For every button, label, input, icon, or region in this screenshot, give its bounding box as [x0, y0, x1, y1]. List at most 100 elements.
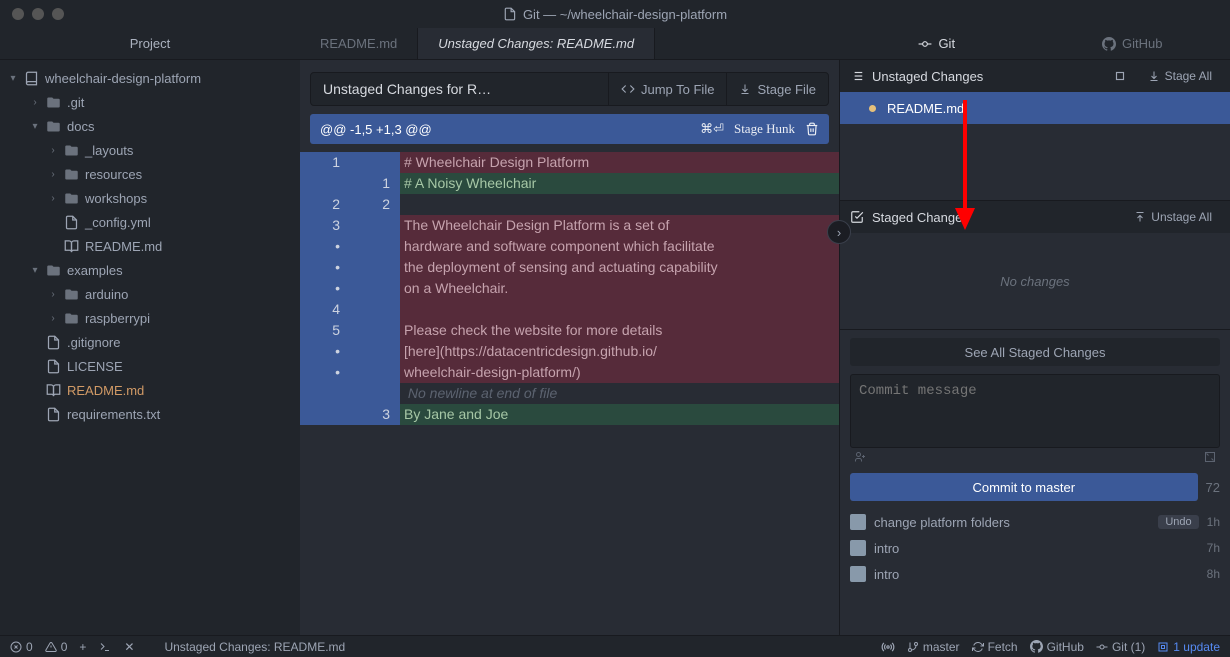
- tree-item[interactable]: README.md: [0, 234, 300, 258]
- diff-line[interactable]: No newline at end of file: [300, 383, 839, 404]
- close-status-button[interactable]: ✕: [124, 640, 134, 654]
- alert-icon: [45, 641, 57, 653]
- diff-line[interactable]: 1# A Noisy Wheelchair: [300, 173, 839, 194]
- package-icon: [1157, 641, 1169, 653]
- diff-editor: Unstaged Changes for R… Jump To File Sta…: [300, 60, 839, 635]
- diff-line[interactable]: •the deployment of sensing and actuating…: [300, 257, 839, 278]
- sync-icon: [972, 641, 984, 653]
- jump-to-file-button[interactable]: Jump To File: [608, 73, 726, 105]
- download-icon: [1148, 70, 1160, 82]
- project-panel-title: Project: [0, 28, 300, 59]
- history-row[interactable]: change platform foldersUndo1h: [840, 509, 1230, 535]
- tree-item-label: README.md: [67, 383, 144, 398]
- tree-item[interactable]: _config.yml: [0, 210, 300, 234]
- github-icon: [1102, 37, 1116, 51]
- github-tab[interactable]: GitHub: [1035, 28, 1230, 59]
- staged-empty: No changes: [840, 233, 1230, 329]
- file-icon: [503, 7, 517, 21]
- tree-item[interactable]: ›workshops: [0, 186, 300, 210]
- expand-panel-button[interactable]: ›: [827, 220, 851, 244]
- tree-item[interactable]: ▾docs: [0, 114, 300, 138]
- commit-message-input[interactable]: [850, 374, 1220, 448]
- coauthor-icon[interactable]: [854, 451, 866, 467]
- stage-all-button[interactable]: Stage All: [1140, 65, 1220, 87]
- hunk-header[interactable]: @@ -1,5 +1,3 @@ ⌘⏎ Stage Hunk: [310, 114, 829, 144]
- close-window-button[interactable]: [12, 8, 24, 20]
- tree-item[interactable]: ›raspberrypi: [0, 306, 300, 330]
- tree-item[interactable]: ›resources: [0, 162, 300, 186]
- tree-item-label: arduino: [85, 287, 128, 302]
- tree-item[interactable]: ›_layouts: [0, 138, 300, 162]
- list-icon: [850, 69, 864, 83]
- diff-line[interactable]: 1# Wheelchair Design Platform: [300, 152, 839, 173]
- tree-item[interactable]: ▾examples: [0, 258, 300, 282]
- minimize-window-button[interactable]: [32, 8, 44, 20]
- tree-item[interactable]: README.md: [0, 378, 300, 402]
- zoom-window-button[interactable]: [52, 8, 64, 20]
- modified-icon: [866, 102, 879, 115]
- code-icon: [621, 82, 635, 96]
- commit-char-count: 72: [1206, 480, 1220, 495]
- unstaged-file[interactable]: README.md: [840, 92, 1230, 124]
- project-root-label: wheelchair-design-platform: [45, 71, 201, 86]
- git-panel: Unstaged Changes Stage All README.md: [839, 60, 1230, 635]
- history-row[interactable]: intro8h: [840, 561, 1230, 587]
- editor-tab[interactable]: Unstaged Changes: README.md: [418, 28, 655, 59]
- tree-item-label: docs: [67, 119, 94, 134]
- diff-line[interactable]: 22: [300, 194, 839, 215]
- download-icon: [739, 83, 751, 95]
- history-row[interactable]: intro7h: [840, 535, 1230, 561]
- unstage-all-label: Unstage All: [1151, 210, 1212, 224]
- tree-item[interactable]: ›arduino: [0, 282, 300, 306]
- status-errors[interactable]: 0: [10, 640, 33, 654]
- git-tab[interactable]: Git: [839, 28, 1035, 59]
- stage-file-button[interactable]: Stage File: [726, 73, 828, 105]
- tree-item[interactable]: requirements.txt: [0, 402, 300, 426]
- diff-line[interactable]: •wheelchair-design-platform/): [300, 362, 839, 383]
- unstage-all-button[interactable]: Unstage All: [1126, 206, 1220, 228]
- stage-file-label: Stage File: [757, 82, 816, 97]
- project-root[interactable]: ▾ wheelchair-design-platform: [0, 66, 300, 90]
- ssh-indicator[interactable]: [881, 640, 895, 654]
- editor-tab[interactable]: README.md: [300, 28, 418, 59]
- unstaged-file-label: README.md: [887, 101, 964, 116]
- checklist-icon: [850, 210, 864, 224]
- diff-line[interactable]: 4: [300, 299, 839, 320]
- trash-icon[interactable]: [805, 121, 819, 137]
- diff-line[interactable]: 3The Wheelchair Design Platform is a set…: [300, 215, 839, 236]
- tree-item-label: README.md: [85, 239, 162, 254]
- tree-item-label: LICENSE: [67, 359, 123, 374]
- github-status-button[interactable]: GitHub: [1030, 640, 1084, 654]
- unstaged-title: Unstaged Changes: [872, 69, 983, 84]
- diff-line[interactable]: •on a Wheelchair.: [300, 278, 839, 299]
- expand-commit-icon[interactable]: [1204, 451, 1216, 467]
- tree-item-label: _config.yml: [85, 215, 151, 230]
- diff-file-header: Unstaged Changes for R…: [311, 81, 608, 97]
- fetch-button[interactable]: Fetch: [972, 640, 1018, 654]
- branch-button[interactable]: master: [907, 640, 960, 654]
- stage-hunk-shortcut: ⌘⏎: [700, 121, 724, 137]
- tree-item-label: raspberrypi: [85, 311, 150, 326]
- undo-button[interactable]: Undo: [1158, 515, 1198, 529]
- diff-line[interactable]: 5Please check the website for more detai…: [300, 320, 839, 341]
- tree-item[interactable]: ›.git: [0, 90, 300, 114]
- diff-line[interactable]: •[here](https://datacentricdesign.github…: [300, 341, 839, 362]
- tree-item[interactable]: LICENSE: [0, 354, 300, 378]
- terminal-button[interactable]: [98, 641, 112, 653]
- new-file-button[interactable]: +: [79, 640, 86, 654]
- see-all-staged-button[interactable]: See All Staged Changes: [850, 338, 1220, 366]
- tree-item[interactable]: .gitignore: [0, 330, 300, 354]
- diff-line[interactable]: •hardware and software component which f…: [300, 236, 839, 257]
- updates-button[interactable]: 1 update: [1157, 640, 1220, 654]
- collapse-unstaged-button[interactable]: [1108, 69, 1132, 83]
- git-tab-label: Git: [938, 36, 955, 51]
- x-circle-icon: [10, 641, 22, 653]
- history-time: 7h: [1207, 541, 1220, 555]
- commit-button[interactable]: Commit to master: [850, 473, 1198, 501]
- tree-item-label: requirements.txt: [67, 407, 160, 422]
- diff-line[interactable]: 3By Jane and Joe: [300, 404, 839, 425]
- status-warnings[interactable]: 0: [45, 640, 68, 654]
- tree-item-label: resources: [85, 167, 142, 182]
- git-status-button[interactable]: Git (1): [1096, 640, 1145, 654]
- git-commit-icon: [1096, 641, 1108, 653]
